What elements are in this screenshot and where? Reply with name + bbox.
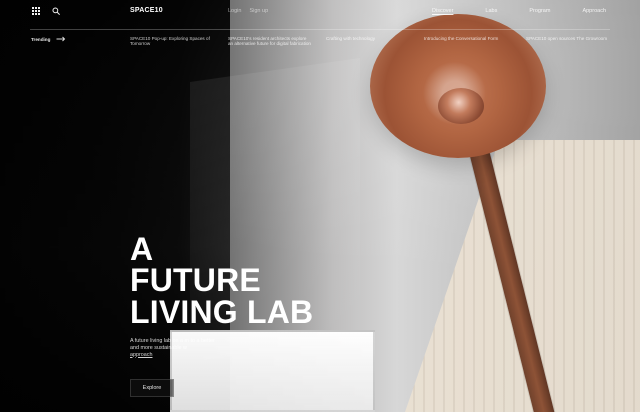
auth-links: Login Sign up — [228, 0, 268, 22]
trending-label: Trending — [31, 36, 66, 42]
header-divider — [30, 29, 610, 30]
hero-background: SPACE10 Login Sign up Discover Labs Prog… — [0, 0, 640, 412]
hero-title: A FUTURE LIVING LAB — [130, 231, 390, 330]
hero-description: A future living lab on a m to a better a… — [130, 338, 250, 358]
curtain — [405, 140, 640, 412]
trending-items: SPACE10 Pop-up: Exploring Spaces of Tomo… — [130, 36, 618, 47]
nav-approach[interactable]: Approach — [580, 0, 608, 22]
nav-labs[interactable]: Labs — [483, 0, 499, 22]
hero-description-line-2: and more sustainable w — [130, 344, 187, 351]
arrow-right-icon — [56, 36, 66, 42]
logo-text: SPACE10 — [130, 7, 163, 14]
trending-item-4[interactable]: Introducing the Conversational Form — [424, 36, 512, 47]
hero-description-mid: to a better — [190, 338, 215, 345]
hero-description-link[interactable]: approach — [130, 352, 152, 358]
trending-item-5[interactable]: SPACE10 open sources The Growroom — [526, 36, 618, 47]
trending-bar: Trending SPACE10 Pop-up: Exploring Space… — [31, 32, 611, 50]
grid-icon[interactable] — [31, 6, 41, 16]
trending-item-2[interactable]: SPACE10's resident architects explore an… — [228, 36, 312, 47]
top-header: SPACE10 Login Sign up Discover Labs Prog… — [0, 0, 640, 22]
trending-item-1[interactable]: SPACE10 Pop-up: Exploring Spaces of Tomo… — [130, 36, 214, 47]
hero-content: A FUTURE LIVING LAB A future living lab … — [130, 231, 390, 397]
primary-nav: Discover Labs Program Approach — [430, 0, 608, 22]
trending-item-3[interactable]: Crafting with technology — [326, 36, 410, 47]
copper-lamp-pole — [460, 112, 558, 412]
nav-program[interactable]: Program — [527, 0, 552, 22]
header-left-controls — [31, 0, 61, 22]
hero-title-line-3: LIVING LAB — [130, 293, 314, 330]
trending-title: Trending — [31, 36, 51, 42]
copper-lamp-core — [438, 88, 484, 124]
hero-title-line-2: FUTURE — [130, 262, 261, 299]
hero-title-line-1: A — [130, 231, 154, 267]
explore-button[interactable]: Explore — [130, 379, 174, 397]
hero-description-prefix: A future living lab on a m — [130, 338, 190, 345]
login-link[interactable]: Login — [228, 0, 241, 22]
search-icon[interactable] — [51, 6, 61, 16]
nav-discover[interactable]: Discover — [430, 0, 455, 22]
site-logo[interactable]: SPACE10 — [130, 0, 163, 22]
signup-link[interactable]: Sign up — [249, 0, 268, 22]
